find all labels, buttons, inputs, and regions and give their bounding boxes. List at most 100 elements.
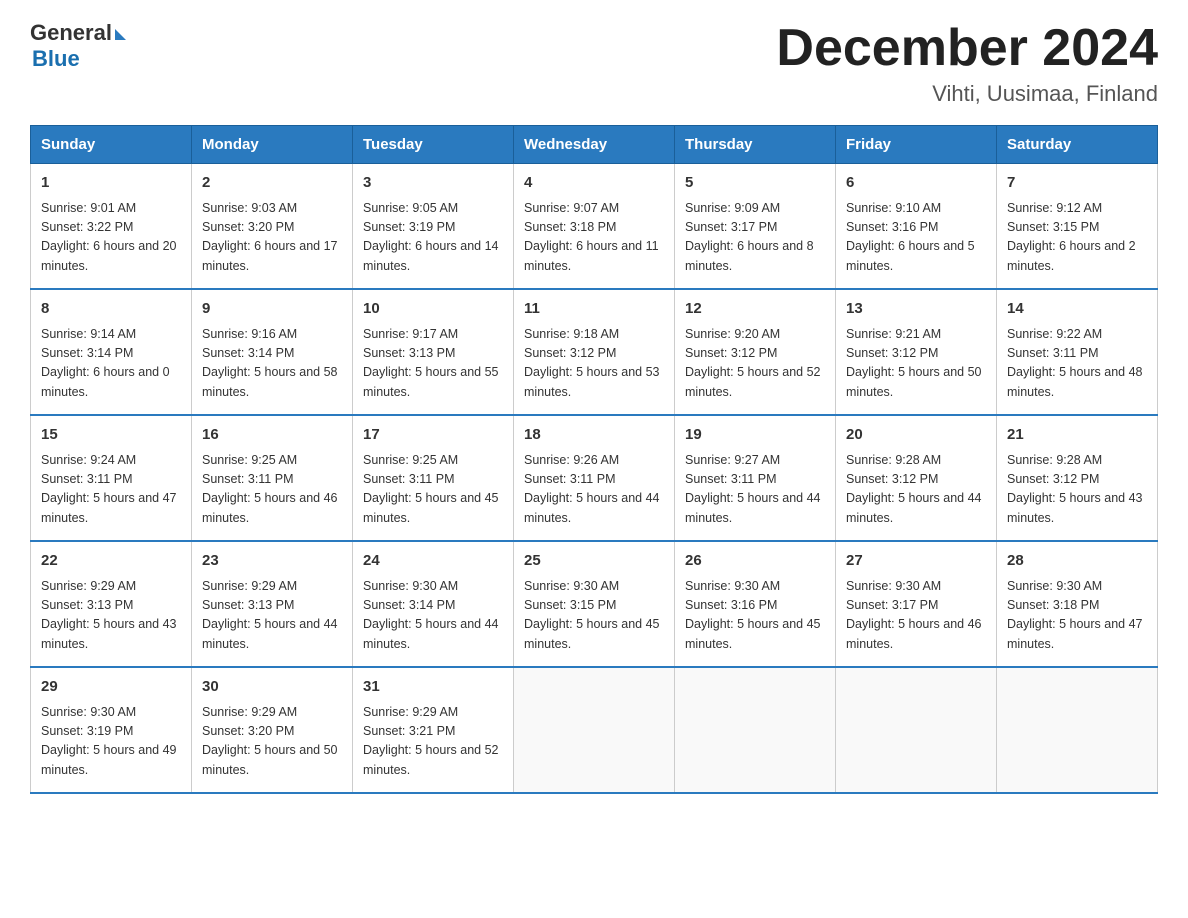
- day-info: Sunrise: 9:26 AMSunset: 3:11 PMDaylight:…: [524, 451, 664, 529]
- day-info: Sunrise: 9:18 AMSunset: 3:12 PMDaylight:…: [524, 325, 664, 403]
- day-number: 12: [685, 298, 825, 321]
- day-cell: 16Sunrise: 9:25 AMSunset: 3:11 PMDayligh…: [192, 415, 353, 541]
- logo-general-text: General: [30, 20, 112, 46]
- day-cell: [514, 667, 675, 793]
- day-number: 24: [363, 550, 503, 573]
- title-area: December 2024 Vihti, Uusimaa, Finland: [776, 20, 1158, 107]
- day-number: 6: [846, 172, 986, 195]
- day-cell: 26 Sunrise: 9:30 AMSunset: 3:16 PMDayligh…: [675, 541, 836, 667]
- day-cell: 28 Sunrise: 9:30 AMSunset: 3:18 PMDayligh…: [997, 541, 1158, 667]
- week-row-4: 22Sunrise: 9:29 AMSunset: 3:13 PMDayligh…: [31, 541, 1158, 667]
- day-cell: 21Sunrise: 9:28 AMSunset: 3:12 PMDayligh…: [997, 415, 1158, 541]
- week-row-5: 29 Sunrise: 9:30 AMSunset: 3:19 PMDayligh…: [31, 667, 1158, 793]
- col-friday: Friday: [836, 126, 997, 164]
- logo-blue-text: Blue: [32, 46, 126, 72]
- day-cell: [836, 667, 997, 793]
- day-number: 25: [524, 550, 664, 573]
- day-cell: 7 Sunrise: 9:12 AMSunset: 3:15 PMDaylight…: [997, 164, 1158, 290]
- header-row: Sunday Monday Tuesday Wednesday Thursday…: [31, 126, 1158, 164]
- col-wednesday: Wednesday: [514, 126, 675, 164]
- day-number: 21: [1007, 424, 1147, 447]
- day-cell: 27Sunrise: 9:30 AMSunset: 3:17 PMDayligh…: [836, 541, 997, 667]
- day-cell: 19 Sunrise: 9:27 AMSunset: 3:11 PMDayligh…: [675, 415, 836, 541]
- col-sunday: Sunday: [31, 126, 192, 164]
- day-number: 9: [202, 298, 342, 321]
- day-info: Sunrise: 9:20 AMSunset: 3:12 PMDaylight:…: [685, 325, 825, 403]
- col-saturday: Saturday: [997, 126, 1158, 164]
- day-number: 17: [363, 424, 503, 447]
- day-number: 30: [202, 676, 342, 699]
- day-info: Sunrise: 9:07 AMSunset: 3:18 PMDaylight:…: [524, 199, 664, 277]
- day-info: Sunrise: 9:27 AMSunset: 3:11 PMDaylight:…: [685, 451, 825, 529]
- week-row-2: 8 Sunrise: 9:14 AMSunset: 3:14 PMDaylight…: [31, 289, 1158, 415]
- day-cell: 25Sunrise: 9:30 AMSunset: 3:15 PMDayligh…: [514, 541, 675, 667]
- day-number: 15: [41, 424, 181, 447]
- day-number: 29: [41, 676, 181, 699]
- day-info: Sunrise: 9:12 AMSunset: 3:15 PMDaylight:…: [1007, 199, 1147, 277]
- day-cell: 4Sunrise: 9:07 AMSunset: 3:18 PMDaylight…: [514, 164, 675, 290]
- day-number: 23: [202, 550, 342, 573]
- day-cell: 23 Sunrise: 9:29 AMSunset: 3:13 PMDayligh…: [192, 541, 353, 667]
- day-number: 5: [685, 172, 825, 195]
- day-cell: 30Sunrise: 9:29 AMSunset: 3:20 PMDayligh…: [192, 667, 353, 793]
- logo: General Blue: [30, 20, 126, 72]
- day-info: Sunrise: 9:21 AMSunset: 3:12 PMDaylight:…: [846, 325, 986, 403]
- day-info: Sunrise: 9:22 AMSunset: 3:11 PMDaylight:…: [1007, 325, 1147, 403]
- col-tuesday: Tuesday: [353, 126, 514, 164]
- col-monday: Monday: [192, 126, 353, 164]
- day-number: 2: [202, 172, 342, 195]
- day-number: 28: [1007, 550, 1147, 573]
- day-info: Sunrise: 9:17 AMSunset: 3:13 PMDaylight:…: [363, 325, 503, 403]
- day-cell: [675, 667, 836, 793]
- day-cell: 5Sunrise: 9:09 AMSunset: 3:17 PMDaylight…: [675, 164, 836, 290]
- day-cell: 1 Sunrise: 9:01 AMSunset: 3:22 PMDaylight…: [31, 164, 192, 290]
- day-cell: 14 Sunrise: 9:22 AMSunset: 3:11 PMDayligh…: [997, 289, 1158, 415]
- day-cell: 3Sunrise: 9:05 AMSunset: 3:19 PMDaylight…: [353, 164, 514, 290]
- day-info: Sunrise: 9:05 AMSunset: 3:19 PMDaylight:…: [363, 199, 503, 277]
- day-info: Sunrise: 9:29 AMSunset: 3:13 PMDaylight:…: [41, 577, 181, 655]
- day-info: Sunrise: 9:30 AMSunset: 3:14 PMDaylight:…: [363, 577, 503, 655]
- day-number: 14: [1007, 298, 1147, 321]
- day-number: 27: [846, 550, 986, 573]
- day-cell: 9 Sunrise: 9:16 AMSunset: 3:14 PMDaylight…: [192, 289, 353, 415]
- day-info: Sunrise: 9:16 AMSunset: 3:14 PMDaylight:…: [202, 325, 342, 403]
- month-title: December 2024: [776, 20, 1158, 77]
- day-number: 8: [41, 298, 181, 321]
- day-number: 13: [846, 298, 986, 321]
- day-cell: 18 Sunrise: 9:26 AMSunset: 3:11 PMDayligh…: [514, 415, 675, 541]
- day-cell: 15 Sunrise: 9:24 AMSunset: 3:11 PMDayligh…: [31, 415, 192, 541]
- day-number: 7: [1007, 172, 1147, 195]
- day-info: Sunrise: 9:24 AMSunset: 3:11 PMDaylight:…: [41, 451, 181, 529]
- day-cell: 6 Sunrise: 9:10 AMSunset: 3:16 PMDaylight…: [836, 164, 997, 290]
- logo-triangle-icon: [115, 29, 126, 40]
- calendar-table: Sunday Monday Tuesday Wednesday Thursday…: [30, 125, 1158, 794]
- day-info: Sunrise: 9:25 AMSunset: 3:11 PMDaylight:…: [363, 451, 503, 529]
- day-info: Sunrise: 9:10 AMSunset: 3:16 PMDaylight:…: [846, 199, 986, 277]
- day-info: Sunrise: 9:03 AMSunset: 3:20 PMDaylight:…: [202, 199, 342, 277]
- day-info: Sunrise: 9:30 AMSunset: 3:16 PMDaylight:…: [685, 577, 825, 655]
- day-info: Sunrise: 9:30 AMSunset: 3:18 PMDaylight:…: [1007, 577, 1147, 655]
- calendar-header: Sunday Monday Tuesday Wednesday Thursday…: [31, 126, 1158, 164]
- day-number: 11: [524, 298, 664, 321]
- day-number: 1: [41, 172, 181, 195]
- day-info: Sunrise: 9:14 AMSunset: 3:14 PMDaylight:…: [41, 325, 181, 403]
- calendar-body: 1 Sunrise: 9:01 AMSunset: 3:22 PMDaylight…: [31, 164, 1158, 794]
- day-cell: [997, 667, 1158, 793]
- day-info: Sunrise: 9:01 AMSunset: 3:22 PMDaylight:…: [41, 199, 181, 277]
- day-cell: 13 Sunrise: 9:21 AMSunset: 3:12 PMDayligh…: [836, 289, 997, 415]
- day-info: Sunrise: 9:28 AMSunset: 3:12 PMDaylight:…: [846, 451, 986, 529]
- day-info: Sunrise: 9:30 AMSunset: 3:19 PMDaylight:…: [41, 703, 181, 781]
- day-number: 26: [685, 550, 825, 573]
- day-cell: 17 Sunrise: 9:25 AMSunset: 3:11 PMDayligh…: [353, 415, 514, 541]
- day-number: 18: [524, 424, 664, 447]
- page-header: General Blue December 2024 Vihti, Uusima…: [30, 20, 1158, 107]
- day-cell: 2 Sunrise: 9:03 AMSunset: 3:20 PMDaylight…: [192, 164, 353, 290]
- day-cell: 29 Sunrise: 9:30 AMSunset: 3:19 PMDayligh…: [31, 667, 192, 793]
- day-cell: 31Sunrise: 9:29 AMSunset: 3:21 PMDayligh…: [353, 667, 514, 793]
- day-info: Sunrise: 9:29 AMSunset: 3:13 PMDaylight:…: [202, 577, 342, 655]
- week-row-1: 1 Sunrise: 9:01 AMSunset: 3:22 PMDaylight…: [31, 164, 1158, 290]
- day-cell: 8 Sunrise: 9:14 AMSunset: 3:14 PMDaylight…: [31, 289, 192, 415]
- day-number: 16: [202, 424, 342, 447]
- day-number: 19: [685, 424, 825, 447]
- day-info: Sunrise: 9:29 AMSunset: 3:21 PMDaylight:…: [363, 703, 503, 781]
